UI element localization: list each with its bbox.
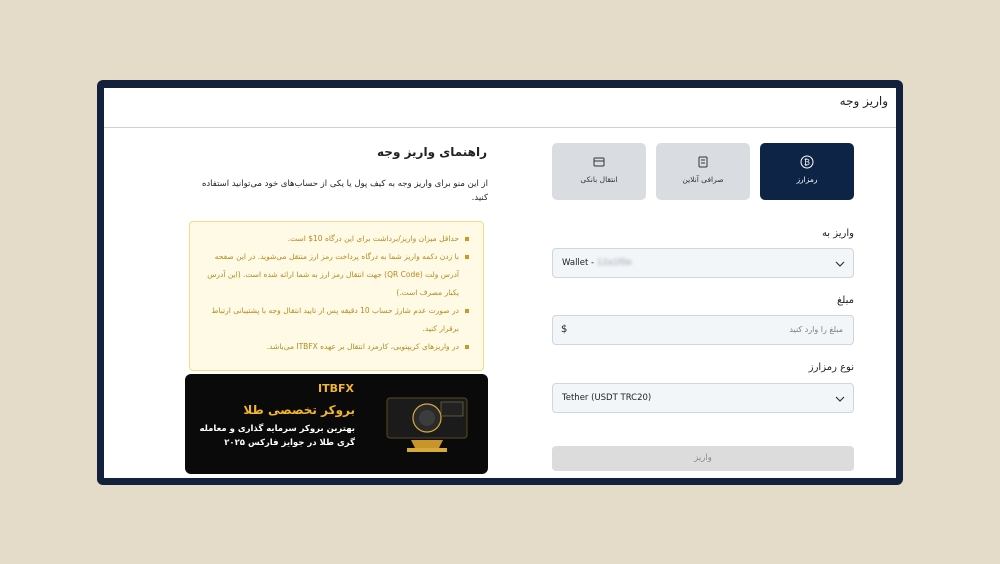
tab-label: صرافی آنلاین xyxy=(682,175,724,184)
deposit-submit-button[interactable]: واریز xyxy=(552,446,854,471)
award-trophy-icon xyxy=(386,397,468,452)
crypto-type-value: Tether (USDT TRC20) xyxy=(562,393,652,403)
screen: واریز وجه انتقال بانکی صرافی آنلاین ₿ رم… xyxy=(104,88,896,478)
bitcoin-icon: ₿ xyxy=(800,155,814,169)
notice-item: در واریزهای کریپتویی، کارمزد انتقال بر ع… xyxy=(204,338,469,356)
crypto-type-label: نوع رمزارز xyxy=(808,362,854,373)
page-header: واریز وجه xyxy=(104,88,896,128)
guide-description: از این منو برای واریز وجه به کیف پول یا … xyxy=(201,179,488,203)
deposit-method-tabs: انتقال بانکی صرافی آنلاین ₿ رمزارز xyxy=(552,143,854,200)
tab-bank-transfer[interactable]: انتقال بانکی xyxy=(552,143,646,200)
notice-item: حداقل میزان واریز/برداشت برای این درگاه … xyxy=(204,230,469,248)
banner-subline: بهترین بروکر سرمایه گذاری و معامله گری ط… xyxy=(199,424,355,448)
amount-placeholder: مبلغ را وارد کنید xyxy=(789,325,843,334)
exchange-office-icon xyxy=(698,156,708,168)
banner-brand: ITBFX xyxy=(318,382,354,395)
tab-crypto[interactable]: ₿ رمزارز xyxy=(760,143,854,200)
promo-banner[interactable]: ITBFX بروکر تخصصی طلا بهترین بروکر سرمای… xyxy=(185,374,488,474)
notice-box: حداقل میزان واریز/برداشت برای این درگاه … xyxy=(189,221,484,371)
amount-input[interactable]: $ مبلغ را وارد کنید xyxy=(552,315,854,345)
tab-online-exchange[interactable]: صرافی آنلاین xyxy=(656,143,750,200)
crypto-type-select[interactable]: Tether (USDT TRC20) xyxy=(552,383,854,413)
masked-wallet-id: 12a1f0e xyxy=(596,258,632,268)
deposit-to-select[interactable]: Wallet - 12a1f0e xyxy=(552,248,854,278)
card-icon xyxy=(593,157,605,167)
tab-label: رمزارز xyxy=(796,175,818,184)
page-title: واریز وجه xyxy=(839,94,888,108)
notice-item: در صورت عدم شارژ حساب 10 دقیقه پس از تای… xyxy=(204,302,469,338)
deposit-to-label: واریز به xyxy=(821,228,854,239)
chevron-down-icon xyxy=(835,261,845,267)
tab-label: انتقال بانکی xyxy=(580,175,618,184)
deposit-to-value: Wallet - 12a1f0e xyxy=(562,258,632,268)
svg-text:₿: ₿ xyxy=(804,158,810,167)
currency-symbol: $ xyxy=(561,324,568,335)
amount-label: مبلغ xyxy=(836,295,854,306)
guide-title: راهنمای واریز وجه xyxy=(377,145,487,159)
chevron-down-icon xyxy=(835,396,845,402)
notice-list: حداقل میزان واریز/برداشت برای این درگاه … xyxy=(190,222,483,356)
notice-item: با زدن دکمه واریز شما به درگاه پرداخت رم… xyxy=(204,248,469,302)
banner-headline: بروکر تخصصی طلا xyxy=(243,403,355,417)
